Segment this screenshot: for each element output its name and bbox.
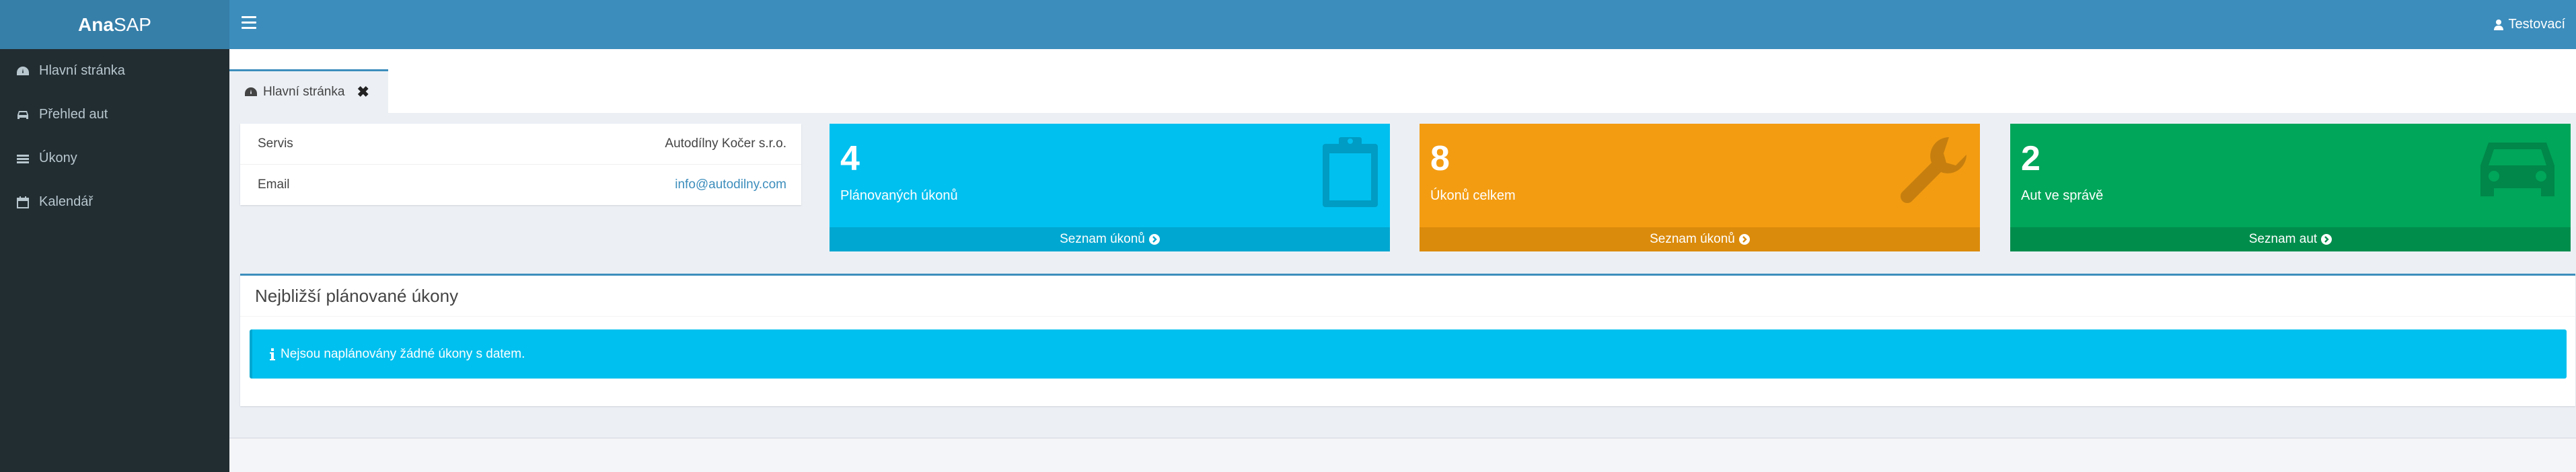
logo-bold: Ana [78,13,114,35]
arrow-circle-right-icon [2321,234,2332,245]
top-navbar: Testovací [229,0,2576,49]
list-icon [15,152,31,165]
tab-bar: Hlavní stránka ✖ [229,49,2576,113]
stat-number: 8 [1430,139,1450,178]
menu-toggle-icon[interactable] [242,16,256,30]
car-icon [15,108,31,122]
stat-label: Plánovaných úkonů [840,188,958,203]
stat-number: 2 [2021,139,2040,178]
panel-title: Nejbližší plánované úkony [240,276,2575,317]
info-label: Email [258,177,290,192]
info-value: Autodílny Kočer s.r.o. [665,136,786,151]
info-alert: Nejsou naplánovány žádné úkony s datem. [250,329,2567,379]
user-name: Testovací [2508,17,2565,32]
sidebar-item-calendar[interactable]: Kalendář [0,180,229,224]
user-menu[interactable]: Testovací [2493,0,2565,49]
service-info-box: Servis Autodílny Kočer s.r.o. Email info… [240,124,801,205]
arrow-circle-right-icon [1148,234,1160,245]
stat-label: Aut ve správě [2021,188,2104,203]
alert-text: Nejsou naplánovány žádné úkony s datem. [281,346,525,361]
app-logo[interactable]: Ana SAP [0,0,229,49]
sidebar-menu: Hlavní stránka Přehled aut Úkony Kalendá… [0,49,229,224]
tab-label: Hlavní stránka [263,85,345,99]
dashboard-icon [244,87,258,97]
stat-box-total-tasks: 8 Úkonů celkem Seznam úkonů [1420,124,1980,251]
stat-label: Úkonů celkem [1430,188,1516,203]
main-content: Hlavní stránka ✖ Servis Autodílny Kočer … [229,49,2576,472]
footer-label: Seznam úkonů [1060,232,1145,246]
car-list-link[interactable]: Seznam aut [2010,227,2571,251]
close-icon[interactable]: ✖ [357,83,369,101]
calendar-icon [15,196,31,209]
wrench-icon [1897,134,1971,212]
tab-dashboard[interactable]: Hlavní stránka ✖ [229,69,388,113]
info-icon [270,348,275,360]
car-icon [2474,134,2561,206]
stat-box-planned-tasks: 4 Plánovaných úkonů Seznam úkonů [830,124,1390,251]
sidebar-item-label: Kalendář [39,194,94,209]
info-label: Servis [258,136,293,151]
arrow-circle-right-icon [1738,234,1750,245]
footer-label: Seznam aut [2248,232,2318,246]
footer-area [229,438,2576,472]
stat-number: 4 [840,139,860,178]
info-row-email: Email info@autodilny.com [240,164,801,204]
info-row-service: Servis Autodílny Kočer s.r.o. [240,124,801,164]
task-list-link[interactable]: Seznam úkonů [830,227,1390,251]
sidebar-item-cars[interactable]: Přehled aut [0,93,229,136]
sidebar: Ana SAP Hlavní stránka Přehled aut Úkony … [0,0,229,472]
email-link[interactable]: info@autodilny.com [675,178,786,192]
sidebar-item-dashboard[interactable]: Hlavní stránka [0,49,229,93]
sidebar-item-label: Hlavní stránka [39,63,125,78]
upcoming-tasks-panel: Nejbližší plánované úkony Nejsou napláno… [240,274,2575,406]
task-list-link[interactable]: Seznam úkonů [1420,227,1980,251]
footer-label: Seznam úkonů [1650,232,1735,246]
sidebar-item-tasks[interactable]: Úkony [0,136,229,180]
sidebar-item-label: Přehled aut [39,107,108,122]
logo-light: SAP [113,13,151,35]
user-icon [2493,19,2503,30]
stat-box-cars: 2 Aut ve správě Seznam aut [2010,124,2571,251]
sidebar-item-label: Úkony [39,151,77,165]
clipboard-icon [1320,134,1381,212]
dashboard-icon [15,65,31,78]
